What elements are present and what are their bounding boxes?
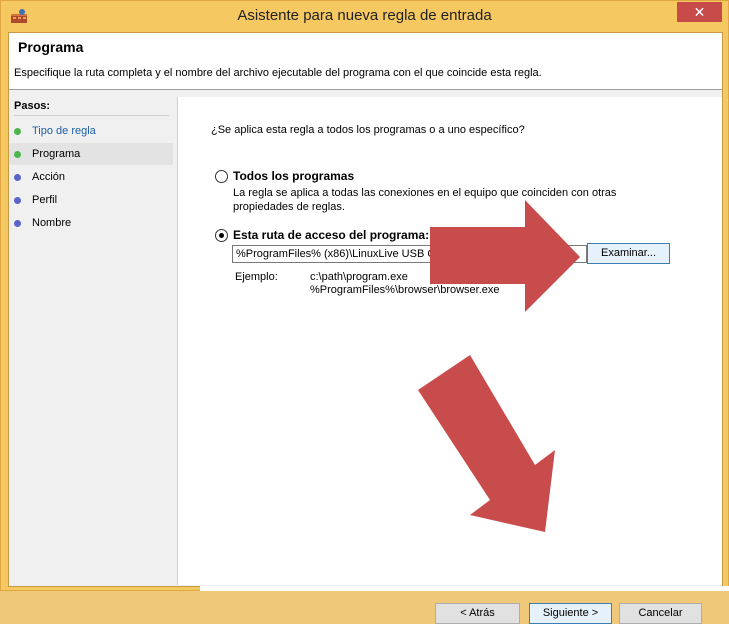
step-label: Programa [32,148,81,160]
step-accion: Acción [9,166,173,188]
step-label: Perfil [32,194,58,206]
example-label: Ejemplo: [235,271,278,283]
all-programs-description: La regla se aplica a todas las conexione… [233,187,617,213]
page-title: Programa [18,39,84,55]
step-label: Nombre [32,217,72,229]
steps-title: Pasos: [14,100,169,116]
all-programs-label[interactable]: Todos los programas [233,169,354,183]
content-panel: ¿Se aplica esta regla a todos los progra… [177,97,722,624]
step-label: Tipo de regla [32,125,96,137]
step-nombre: Nombre [9,212,173,234]
example-line: c:\path\program.exe [310,271,408,283]
step-perfil: Perfil [9,189,173,211]
step-status-icon [14,128,21,135]
step-status-icon [14,197,21,204]
radio-all-programs[interactable] [215,170,228,183]
wizard-window: Asistente para nueva regla de entrada ✕ … [0,0,729,624]
back-button[interactable]: < Atrás [435,603,520,624]
step-status-icon [14,220,21,227]
wizard-header: Programa Especifique la ruta completa y … [9,33,722,90]
scope-question: ¿Se aplica esta regla a todos los progra… [211,124,525,136]
title-bar[interactable]: Asistente para nueva regla de entrada ✕ [1,1,728,32]
step-tipo-de-regla[interactable]: Tipo de regla [9,120,173,142]
cancel-button[interactable]: Cancelar [619,603,702,624]
wizard-client: Programa Especifique la ruta completa y … [8,32,723,624]
close-button[interactable]: ✕ [677,2,722,22]
program-path-input[interactable]: %ProgramFiles% (x86)\LinuxLive USB Creat… [232,245,587,263]
step-programa[interactable]: Programa [9,143,173,165]
background-window-strip [200,586,729,591]
step-label: Acción [32,171,66,183]
steps-panel: Pasos: Tipo de regla Programa Acción Per… [9,96,175,583]
example-line: %ProgramFiles%\browser\browser.exe [310,284,500,296]
radio-program-path[interactable] [215,229,228,242]
program-path-label[interactable]: Esta ruta de acceso del programa: [233,228,429,242]
radio-selected-dot [219,233,224,238]
step-status-icon [14,174,21,181]
step-status-icon [14,151,21,158]
next-button[interactable]: Siguiente > [529,603,612,624]
browse-button[interactable]: Examinar... [587,243,670,264]
window-title: Asistente para nueva regla de entrada [237,7,492,24]
page-description: Especifique la ruta completa y el nombre… [14,67,542,79]
